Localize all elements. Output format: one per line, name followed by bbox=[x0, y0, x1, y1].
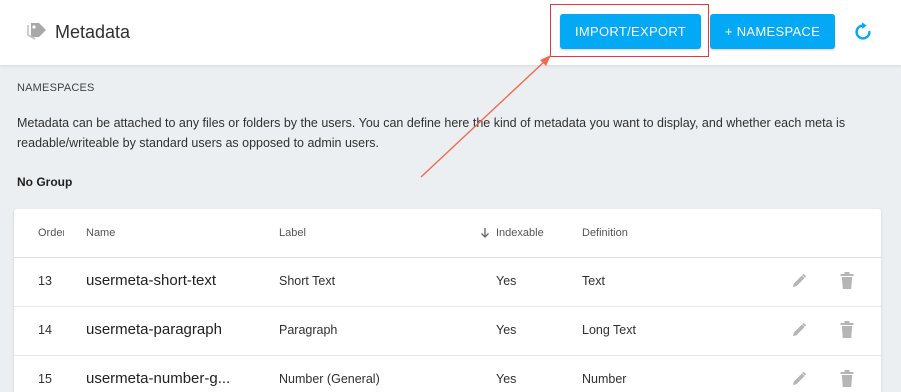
column-header-order[interactable]: Order bbox=[38, 227, 64, 239]
add-namespace-button[interactable]: + NAMESPACE bbox=[710, 14, 835, 49]
row-definition: Long Text bbox=[582, 323, 636, 337]
column-header-name[interactable]: Name bbox=[86, 227, 115, 239]
column-header-definition[interactable]: Definition bbox=[582, 227, 628, 239]
app-header: Metadata IMPORT/EXPORT + NAMESPACE bbox=[0, 0, 901, 65]
row-name: usermeta-number-g... bbox=[86, 370, 231, 387]
table-row[interactable]: 13 usermeta-short-text Short Text Yes Te… bbox=[14, 258, 881, 307]
row-order: 13 bbox=[38, 274, 52, 288]
group-title: No Group bbox=[17, 175, 73, 189]
row-order: 15 bbox=[38, 372, 52, 386]
row-indexable: Yes bbox=[496, 323, 517, 337]
pencil-icon[interactable] bbox=[791, 322, 807, 338]
table-row[interactable]: 14 usermeta-paragraph Paragraph Yes Long… bbox=[14, 307, 881, 356]
row-label: Number (General) bbox=[279, 372, 380, 386]
trash-icon[interactable] bbox=[840, 272, 854, 289]
row-name: usermeta-paragraph bbox=[86, 321, 222, 338]
section-title: NAMESPACES bbox=[17, 82, 95, 94]
pencil-icon[interactable] bbox=[791, 273, 807, 289]
pencil-icon[interactable] bbox=[791, 371, 807, 387]
namespaces-table: Order Name Label Indexable Definition 13… bbox=[14, 209, 881, 392]
trash-icon[interactable] bbox=[840, 370, 854, 387]
row-indexable: Yes bbox=[496, 372, 517, 386]
column-header-label[interactable]: Label bbox=[279, 227, 306, 239]
tag-icon bbox=[27, 23, 46, 40]
row-definition: Text bbox=[582, 274, 605, 288]
column-header-indexable[interactable]: Indexable bbox=[496, 227, 544, 239]
row-order: 14 bbox=[38, 323, 52, 337]
trash-icon[interactable] bbox=[840, 321, 854, 338]
arrow-down-icon[interactable] bbox=[480, 227, 490, 239]
table-row[interactable]: 15 usermeta-number-g... Number (General)… bbox=[14, 356, 881, 392]
import-export-button[interactable]: IMPORT/EXPORT bbox=[560, 14, 701, 49]
row-label: Paragraph bbox=[279, 323, 338, 337]
row-indexable: Yes bbox=[496, 274, 517, 288]
refresh-icon[interactable] bbox=[852, 21, 874, 43]
table-header: Order Name Label Indexable Definition bbox=[14, 209, 881, 258]
row-name: usermeta-short-text bbox=[86, 272, 217, 289]
row-label: Short Text bbox=[279, 274, 336, 288]
row-definition: Number bbox=[582, 372, 627, 386]
namespaces-description: Metadata can be attached to any files or… bbox=[17, 116, 846, 150]
page-title: Metadata bbox=[55, 22, 131, 42]
